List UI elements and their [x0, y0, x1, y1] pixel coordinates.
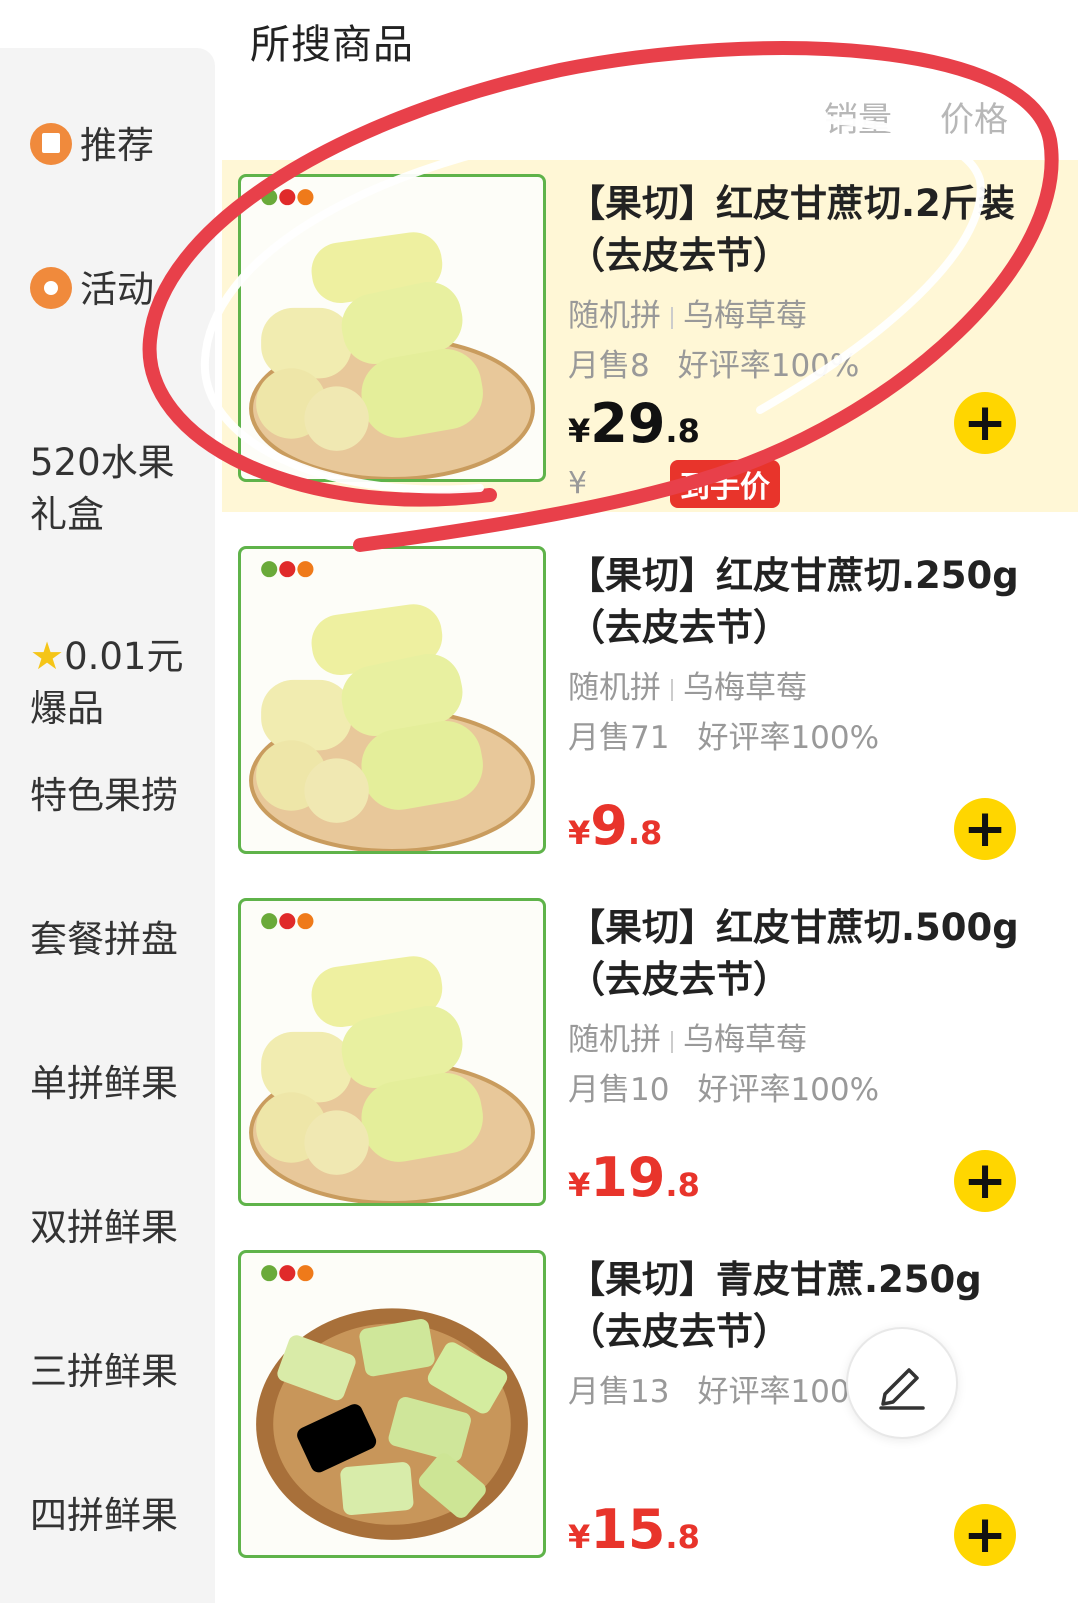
product-tag: 随机拼	[568, 670, 661, 706]
sugarcane-image	[249, 913, 535, 1203]
product-stats: 月售71 好评率100%	[568, 712, 879, 757]
currency: ¥	[568, 1518, 591, 1556]
rating: 好评率100%	[697, 720, 880, 756]
price-dec: .8	[627, 814, 663, 852]
sidebar-item-label: 活动	[80, 268, 154, 311]
price-dec: .8	[665, 1518, 700, 1556]
rating: 好评率100%	[677, 348, 860, 384]
currency: ¥	[568, 814, 591, 852]
sidebar-item-label: 特色果捞	[30, 774, 178, 817]
price-dec: .8	[665, 1166, 700, 1204]
product-tag: 乌梅草莓	[683, 298, 807, 334]
product-name: 【果切】红皮甘蔗切.250g（去皮去节）	[568, 554, 1019, 649]
product-tag: 随机拼	[568, 1022, 661, 1058]
monthly-sales: 月售8	[568, 348, 650, 384]
add-to-cart-button[interactable]: +	[954, 1150, 1016, 1212]
sidebar-item-label: 单拼鲜果	[30, 1062, 178, 1105]
page-title: 所搜商品	[250, 22, 414, 68]
product-tags: 随机拼 乌梅草莓	[568, 1014, 807, 1059]
activity-icon	[30, 266, 72, 309]
product-tag: 随机拼	[568, 298, 661, 334]
edit-button[interactable]	[846, 1327, 958, 1439]
sidebar-item-combo-platter[interactable]: 套餐拼盘	[30, 914, 178, 966]
sidebar-item-double-fruit[interactable]: 双拼鲜果	[30, 1202, 178, 1254]
sidebar-item-label: 三拼鲜果	[30, 1350, 178, 1393]
price-int: 9	[590, 794, 628, 857]
currency: ¥	[568, 1166, 591, 1204]
product-image[interactable]	[238, 1250, 546, 1558]
category-sidebar: 推荐 活动 520水果 礼盒 ★0.01元 爆品 特色果捞 套餐拼盘 单拼鲜果 …	[0, 48, 215, 1603]
product-name: 【果切】青皮甘蔗.250g（去皮去节）	[568, 1258, 982, 1353]
original-price: ¥	[568, 466, 588, 501]
product-stats: 月售8 好评率100%	[568, 340, 859, 385]
sort-price[interactable]: 价格	[940, 100, 1008, 140]
sidebar-item-recommend[interactable]: 推荐	[30, 120, 154, 172]
product-price: ¥29.8	[568, 392, 700, 455]
sidebar-item-fruit-salad[interactable]: 特色果捞	[30, 770, 178, 822]
sort-bar: 销量 价格	[776, 92, 1008, 141]
product-tag: 乌梅草莓	[683, 1022, 807, 1058]
product-card[interactable]: 【果切】青皮甘蔗.250g（去皮去节） 月售13 好评率100% ¥15.8 +	[222, 1236, 1078, 1603]
star-icon: ★	[30, 634, 65, 678]
sugarcane-image	[249, 561, 535, 851]
product-stats: 月售10 好评率100%	[568, 1064, 879, 1109]
monthly-sales: 月售71	[568, 720, 670, 756]
sidebar-item-label: 推荐	[80, 124, 154, 167]
monthly-sales: 月售10	[568, 1072, 670, 1108]
product-image[interactable]	[238, 546, 546, 854]
sort-sales[interactable]: 销量	[824, 100, 892, 140]
product-card[interactable]: 【果切】红皮甘蔗切.500g（去皮去节） 随机拼 乌梅草莓 月售10 好评率100%…	[222, 884, 1078, 1236]
currency: ¥	[568, 412, 591, 450]
final-price-badge: 到手价	[670, 460, 780, 508]
price-dec: .8	[665, 412, 700, 450]
product-stats: 月售13 好评率100%	[568, 1366, 879, 1411]
product-image[interactable]	[238, 898, 546, 1206]
sidebar-item-gift-box[interactable]: 520水果 礼盒	[30, 385, 215, 541]
product-tags: 随机拼 乌梅草莓	[568, 662, 807, 707]
sidebar-item-label: 双拼鲜果	[30, 1206, 178, 1249]
product-card[interactable]: 【果切】红皮甘蔗切.2斤装（去皮去节） 随机拼 乌梅草莓 月售8 好评率100% ¥…	[222, 160, 1078, 512]
sidebar-item-label: 520水果 礼盒	[30, 441, 175, 536]
product-image[interactable]	[238, 174, 546, 482]
product-name: 【果切】红皮甘蔗切.500g（去皮去节）	[568, 906, 1019, 1001]
price-int: 29	[590, 392, 666, 455]
sidebar-item-hot-deals[interactable]: ★0.01元 爆品	[30, 578, 183, 735]
product-price: ¥19.8	[568, 1146, 700, 1209]
add-to-cart-button[interactable]: +	[954, 798, 1016, 860]
sidebar-item-label: 四拼鲜果	[30, 1494, 178, 1537]
recommend-icon	[30, 122, 72, 165]
product-price: ¥9.8	[568, 794, 662, 857]
product-card[interactable]: 【果切】红皮甘蔗切.250g（去皮去节） 随机拼 乌梅草莓 月售71 好评率100%…	[222, 532, 1078, 884]
product-tags: 随机拼 乌梅草莓	[568, 290, 807, 335]
sugarcane-image	[249, 189, 535, 479]
product-tag: 乌梅草莓	[683, 670, 807, 706]
sidebar-item-quad-fruit[interactable]: 四拼鲜果	[30, 1490, 178, 1542]
product-name: 【果切】红皮甘蔗切.2斤装（去皮去节）	[568, 182, 1015, 277]
add-to-cart-button[interactable]: +	[954, 392, 1016, 454]
sidebar-item-triple-fruit[interactable]: 三拼鲜果	[30, 1346, 178, 1398]
price-int: 19	[590, 1146, 666, 1209]
monthly-sales: 月售13	[568, 1374, 670, 1410]
sidebar-item-single-fruit[interactable]: 单拼鲜果	[30, 1058, 178, 1110]
add-to-cart-button[interactable]: +	[954, 1504, 1016, 1566]
rating: 好评率100%	[697, 1072, 880, 1108]
sidebar-item-label: 套餐拼盘	[30, 918, 178, 961]
sidebar-item-activity[interactable]: 活动	[30, 264, 154, 316]
edit-icon	[879, 1368, 925, 1410]
product-price: ¥15.8	[568, 1498, 700, 1561]
price-int: 15	[590, 1498, 666, 1561]
green-sugarcane-image	[256, 1265, 528, 1540]
